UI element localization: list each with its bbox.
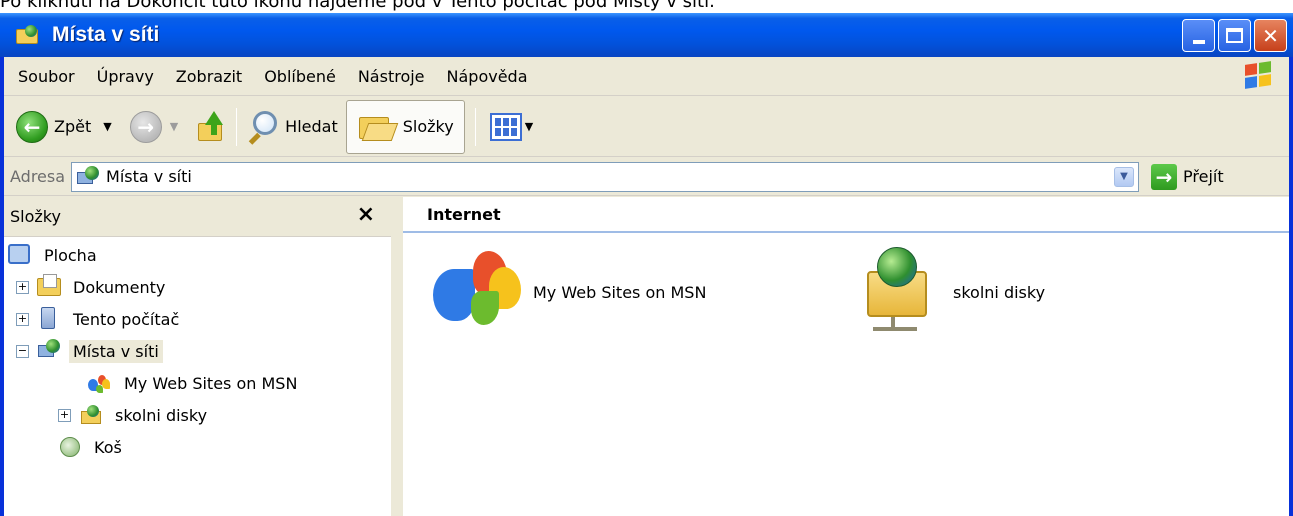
tree-item-kos[interactable]: Koš xyxy=(4,431,391,463)
windows-logo-icon xyxy=(1243,61,1273,90)
go-arrow-icon: → xyxy=(1151,163,1178,190)
folder-up-button[interactable] xyxy=(196,110,226,143)
forward-button[interactable]: → xyxy=(129,110,162,143)
menu-soubor[interactable]: Soubor xyxy=(4,67,86,86)
title-bar[interactable]: Místa v síti ✕ xyxy=(0,13,1293,57)
tree-label: Koš xyxy=(94,437,122,457)
minimize-button[interactable] xyxy=(1182,19,1215,52)
search-icon[interactable] xyxy=(247,110,279,145)
expand-icon[interactable]: + xyxy=(16,312,29,326)
computer-icon xyxy=(37,307,63,331)
item-label: My Web Sites on MSN xyxy=(533,282,707,302)
tree-item-dokumenty[interactable]: + Dokumenty xyxy=(4,271,391,303)
network-places-icon xyxy=(16,25,40,45)
minimize-icon xyxy=(1192,39,1205,44)
menu-nastroje[interactable]: Nástroje xyxy=(347,67,436,86)
menu-upravy[interactable]: Úpravy xyxy=(86,67,165,86)
go-label: Přejít xyxy=(1183,167,1224,186)
network-share-folder-icon xyxy=(853,247,949,337)
maximize-button[interactable] xyxy=(1218,19,1251,52)
desktop-icon xyxy=(8,243,34,267)
toolbar: ← Zpět ▼ → ▼ Hledat Složky ▼ xyxy=(4,97,1289,157)
folders-label: Složky xyxy=(402,117,454,136)
go-button[interactable]: → Přejít xyxy=(1151,163,1224,190)
back-button[interactable]: ← xyxy=(16,110,48,143)
toolbar-separator xyxy=(474,107,476,146)
maximize-icon xyxy=(1226,28,1243,43)
arrow-left-icon: ← xyxy=(23,114,41,139)
items-area: My Web Sites on MSN skolni disky xyxy=(403,233,1289,513)
content-pane: Internet My Web Sites on MSN skolni disk… xyxy=(403,197,1289,516)
window-title: Místa v síti xyxy=(52,23,160,46)
close-pane-icon[interactable]: × xyxy=(357,202,375,227)
item-skolni-disky[interactable]: skolni disky xyxy=(853,247,1045,337)
address-dropdown-icon[interactable]: ▼ xyxy=(1114,166,1135,187)
explorer-window: Místa v síti ✕ Soubor Úpravy Zobrazit Ob… xyxy=(0,13,1293,516)
folders-pane: Složky × Plocha + Dokumenty + Tento počí… xyxy=(4,197,397,516)
recycle-bin-icon xyxy=(58,435,84,459)
address-label: Adresa xyxy=(10,167,66,186)
search-button[interactable]: Hledat xyxy=(285,117,338,136)
forward-dropdown-icon[interactable]: ▼ xyxy=(170,120,178,133)
tree-item-skolni-disky[interactable]: + skolni disky xyxy=(4,399,391,431)
menu-zobrazit[interactable]: Zobrazit xyxy=(165,67,253,86)
msn-butterfly-icon xyxy=(433,247,529,337)
menu-oblibene[interactable]: Oblíbené xyxy=(253,67,347,86)
expand-icon[interactable]: + xyxy=(58,408,71,422)
documents-folder-icon xyxy=(37,274,63,299)
views-dropdown-icon[interactable]: ▼ xyxy=(525,120,533,133)
menu-napoveda[interactable]: Nápověda xyxy=(436,67,539,86)
group-header-internet: Internet xyxy=(403,197,1289,233)
tree-label: Plocha xyxy=(44,245,97,265)
address-value: Místa v síti xyxy=(106,167,192,186)
caption-text: Po kliknutí na Dokončit tuto ikonu najde… xyxy=(0,0,715,12)
tree-label: Místa v síti xyxy=(69,339,163,363)
tree-label: Tento počítač xyxy=(73,309,180,329)
arrow-right-icon: → xyxy=(137,114,155,139)
tree-item-plocha[interactable]: Plocha xyxy=(4,239,391,271)
folders-button[interactable]: Složky xyxy=(345,99,465,154)
tree-label: Dokumenty xyxy=(73,277,166,297)
network-share-folder-icon xyxy=(79,403,105,427)
address-bar: Adresa Místa v síti ▼ → Přejít xyxy=(4,158,1289,196)
item-label: skolni disky xyxy=(953,282,1046,302)
menu-bar: Soubor Úpravy Zobrazit Oblíbené Nástroje… xyxy=(4,57,1289,96)
folder-tree: Plocha + Dokumenty + Tento počítač − Mís… xyxy=(4,237,391,463)
views-icon[interactable] xyxy=(489,112,522,141)
toolbar-separator xyxy=(236,107,238,146)
tree-label: My Web Sites on MSN xyxy=(124,373,298,393)
network-places-icon xyxy=(76,165,100,188)
tree-label: skolni disky xyxy=(115,405,208,425)
folders-pane-header: Složky × xyxy=(4,197,391,237)
address-input[interactable]: Místa v síti ▼ xyxy=(71,161,1140,192)
close-icon: ✕ xyxy=(1262,23,1279,48)
back-dropdown-icon[interactable]: ▼ xyxy=(103,120,111,133)
collapse-icon[interactable]: − xyxy=(16,344,29,358)
item-my-web-sites[interactable]: My Web Sites on MSN xyxy=(433,247,706,337)
tree-item-my-web-sites[interactable]: My Web Sites on MSN xyxy=(4,367,391,399)
folders-pane-title: Složky xyxy=(10,207,61,226)
folders-icon xyxy=(357,111,399,143)
tree-item-mista-v-siti[interactable]: − Místa v síti xyxy=(4,335,391,367)
msn-butterfly-icon xyxy=(88,371,114,395)
close-button[interactable]: ✕ xyxy=(1254,19,1287,52)
back-label[interactable]: Zpět xyxy=(54,117,91,136)
network-places-icon xyxy=(37,339,63,363)
expand-icon[interactable]: + xyxy=(16,280,29,294)
tree-item-tento-pocitac[interactable]: + Tento počítač xyxy=(4,303,391,335)
